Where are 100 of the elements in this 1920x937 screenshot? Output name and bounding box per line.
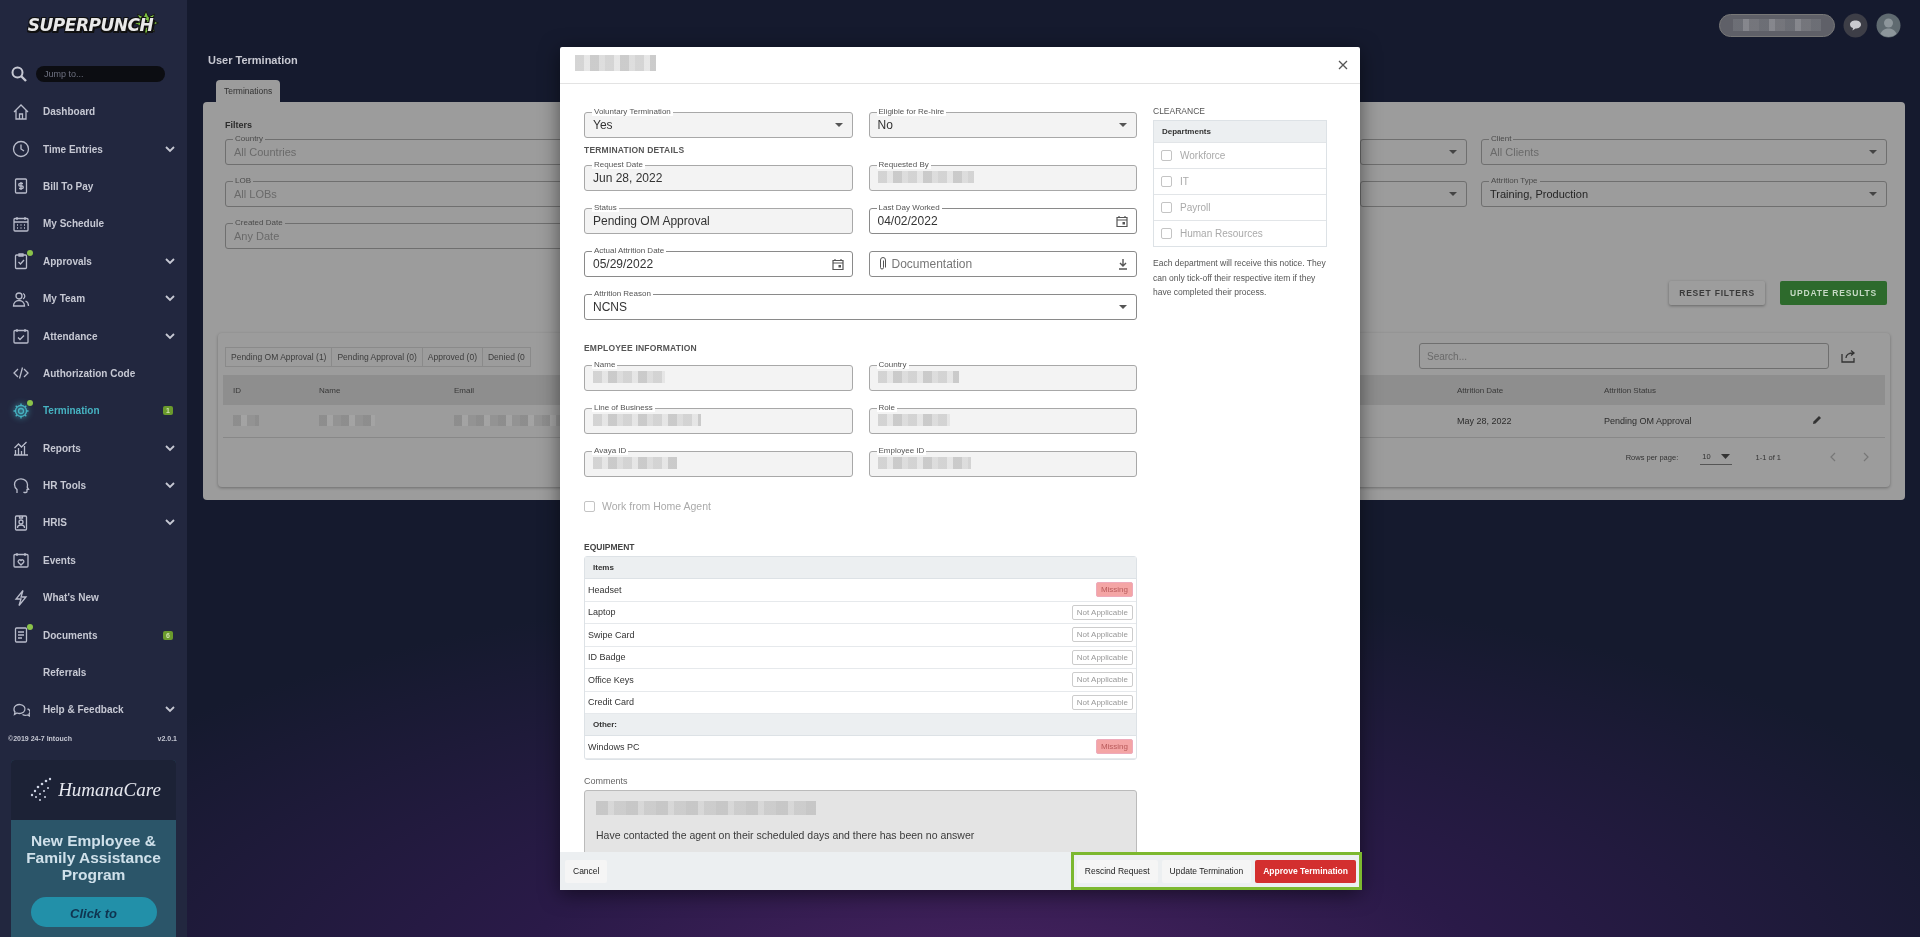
sidebar-item[interactable]: Attendance	[0, 317, 187, 355]
section-heading: EMPLOYEE INFORMATION	[584, 342, 697, 354]
sidebar-item[interactable]: Bill To Pay	[0, 167, 187, 206]
caret-icon	[1118, 304, 1128, 310]
chevron-down-icon[interactable]	[165, 444, 175, 452]
people-icon	[12, 289, 30, 308]
department-label: Workforce	[1180, 150, 1226, 161]
sidebar-item[interactable]: Authorization Code	[0, 354, 187, 393]
caret-icon	[833, 122, 844, 128]
table-cell: Laptop	[588, 607, 616, 618]
search-icon[interactable]	[10, 65, 28, 83]
section-heading: EQUIPMENT	[584, 541, 635, 553]
column-header[interactable]: Name	[319, 385, 454, 395]
sidebar-item[interactable]: Referrals	[0, 653, 187, 692]
edit-icon[interactable]	[1812, 415, 1822, 425]
comments-box[interactable]: Have contacted the agent on their scheduled days and there has been no answer	[584, 789, 1137, 852]
sidebar-item[interactable]: Approvals	[0, 242, 187, 280]
sidebar-item[interactable]: Events	[0, 541, 187, 580]
chevron-down-icon[interactable]	[165, 332, 175, 340]
column-header[interactable]: Attrition Status	[1604, 385, 1812, 395]
receipt-icon	[12, 177, 30, 196]
column-header[interactable]: ID	[233, 385, 319, 395]
sidebar-item[interactable]: My Team	[0, 279, 187, 318]
section-heading: CLEARANCE	[1153, 105, 1205, 117]
status-tab[interactable]: Approved (0)	[421, 347, 483, 367]
brand-name: HumanaCare	[58, 778, 161, 801]
table-cell: Credit Card	[588, 697, 634, 708]
lightning-icon	[12, 588, 30, 607]
table-cell: ID Badge	[588, 652, 626, 663]
paperclip-icon	[877, 257, 886, 271]
chart-icon	[12, 439, 30, 458]
ad-headline: New Employee & Family Assistance Program	[25, 830, 162, 883]
chevron-down-icon[interactable]	[165, 295, 175, 303]
sidebar-item[interactable]: Reports	[0, 429, 187, 467]
search-field[interactable]: Jump to...	[36, 66, 165, 82]
sidebar-item[interactable]: Time Entries	[0, 130, 187, 168]
avatar-icon[interactable]	[1876, 12, 1901, 38]
caret-icon	[1118, 122, 1128, 128]
clipboard-icon	[12, 252, 30, 271]
caret-icon	[1868, 149, 1878, 155]
filters-heading: Filters	[225, 120, 252, 132]
group-header: Other:	[585, 714, 1136, 736]
chevron-down-icon[interactable]	[165, 257, 175, 265]
table-cell-text: May 28, 2022	[1457, 416, 1513, 426]
sidebar-item[interactable]: Dashboard	[0, 93, 187, 131]
sidebar-item[interactable]: What's New	[0, 579, 187, 617]
calendar-check-icon	[12, 327, 30, 346]
chevron-down-icon[interactable]	[165, 706, 175, 714]
table-cell: Windows PC	[588, 741, 640, 752]
group-header: Items	[585, 557, 1136, 579]
close-icon[interactable]	[1338, 60, 1348, 70]
clearance-note: Each department will receive this notice. They can only tick-off their respective item if they have completed their process.	[1153, 257, 1327, 299]
caret-icon	[1448, 191, 1458, 197]
id-badge-icon	[12, 514, 30, 532]
chevron-down-icon[interactable]	[165, 145, 175, 153]
home-icon	[12, 102, 30, 121]
comment-text: Have contacted the agent on their scheduled days and there has been no answer	[596, 828, 975, 841]
gear-icon	[12, 401, 30, 420]
document-icon	[12, 626, 30, 645]
status-tab[interactable]: Pending OM Approval (1)	[225, 347, 333, 367]
caret-icon	[1448, 149, 1458, 155]
reset-filters-button[interactable]: RESET FILTERS	[1669, 281, 1766, 305]
action-button[interactable]: Rescind Request	[1076, 859, 1158, 883]
table-cell: Office Keys	[588, 674, 634, 685]
department-label: Human Resources	[1180, 228, 1263, 239]
share-icon[interactable]	[1841, 349, 1857, 363]
cancel-button[interactable]: Cancel	[565, 859, 608, 883]
table-cell-text: Pending OM Approval	[1604, 416, 1693, 426]
sidebar-item[interactable]: HRIS	[0, 504, 187, 542]
column-header[interactable]: Attrition Date	[1457, 385, 1604, 395]
calendar-icon[interactable]	[1116, 215, 1128, 227]
chevron-down-icon[interactable]	[165, 482, 175, 490]
column-header: Departments	[1154, 121, 1326, 142]
comments-label: Comments	[584, 774, 628, 787]
clock-icon	[12, 140, 30, 159]
table-cell: Swipe Card	[588, 629, 635, 640]
head-icon	[12, 476, 30, 495]
action-button[interactable]: Update Termination	[1161, 859, 1252, 883]
caret-icon	[1868, 191, 1878, 197]
update-results-button[interactable]: UPDATE RESULTS	[1780, 281, 1887, 305]
sidebar-item[interactable]: HR Tools	[0, 466, 187, 505]
caret-icon	[1720, 454, 1730, 459]
approve-button[interactable]: Approve Termination	[1255, 859, 1356, 883]
sidebar-item[interactable]: Help & Feedback	[0, 691, 187, 729]
department-label: IT	[1180, 176, 1189, 187]
ad-banner[interactable]: HumanaCare New Employee & Family Assistance Program Click to	[11, 759, 176, 937]
calendar-icon	[12, 214, 30, 233]
status-tab[interactable]: Denied (0	[482, 347, 531, 367]
user-menu[interactable]	[1719, 13, 1835, 37]
checkbox-label: Work from Home Agent	[602, 500, 711, 512]
tab[interactable]: Terminations	[216, 80, 281, 102]
sidebar-item[interactable]: My Schedule	[0, 205, 187, 243]
page-title: User Termination	[208, 53, 298, 68]
table-cell: Headset	[588, 584, 622, 595]
status-tab[interactable]: Pending Approval (0)	[331, 347, 423, 367]
calendar-icon[interactable]	[831, 258, 844, 270]
download-icon[interactable]	[1118, 258, 1128, 270]
department-label: Payroll	[1180, 202, 1211, 213]
chevron-down-icon[interactable]	[165, 519, 175, 527]
chat-button-icon[interactable]	[1843, 12, 1868, 38]
